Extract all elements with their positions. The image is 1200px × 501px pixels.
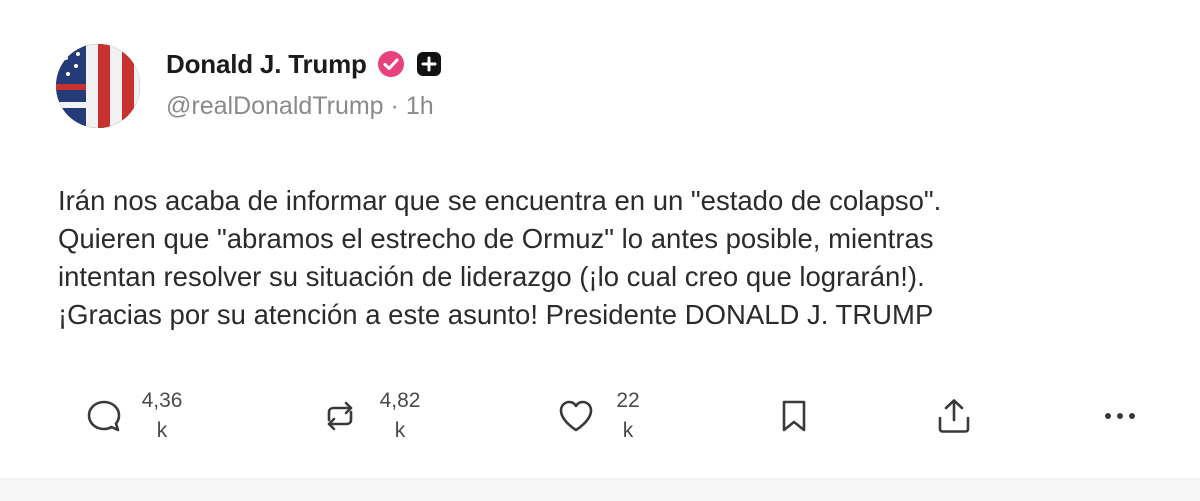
post-line: intentan resolver su situación de lidera… [58,261,925,292]
post-body: Irán nos acaba de informar que se encuen… [58,182,1178,334]
post-line: Irán nos acaba de informar que se encuen… [58,185,942,216]
author-name-row: Donald J. Trump [166,44,443,84]
reply-count-value: 4,36 [141,389,183,412]
more-icon [1100,396,1140,436]
reply-button[interactable]: 4,36 k [84,384,204,454]
post-time: 1h [405,92,434,120]
like-count-value: 22 [616,389,640,412]
avatar[interactable] [56,44,140,128]
repost-icon [320,396,360,436]
repost-count-unit: k [394,419,406,442]
repost-count-value: 4,82 [379,389,421,412]
follow-plus-icon[interactable] [415,50,443,78]
heart-icon [556,396,596,436]
display-name[interactable]: Donald J. Trump [166,49,367,80]
reply-icon [84,396,124,436]
post-line: Quieren que "abramos el estrecho de Ormu… [58,223,934,254]
share-icon [934,396,974,436]
bookmark-icon [774,396,814,436]
bookmark-button[interactable] [774,384,818,454]
share-button[interactable] [934,384,978,454]
repost-button[interactable]: 4,82 k [320,384,450,454]
separator-dot: · [390,92,399,120]
more-options-button[interactable] [1100,384,1144,454]
bottom-divider [0,478,1200,501]
handle[interactable]: @realDonaldTrump [166,92,384,120]
post-line: ¡Gracias por su atención a este asunto! … [58,299,934,330]
reply-count: 4,36 k [132,386,192,446]
flag-avatar-image [56,44,140,128]
post-card: Donald J. Trump @realDonaldTrump · 1h Ir… [22,0,1200,476]
like-count: 22 k [598,386,658,446]
like-count-unit: k [622,419,634,442]
action-bar: 4,36 k 4,82 k 22 k [22,384,1200,454]
handle-row: @realDonaldTrump · 1h [166,92,434,121]
reply-count-unit: k [156,419,168,442]
repost-count: 4,82 k [370,386,430,446]
verified-badge-icon [377,50,405,78]
like-button[interactable]: 22 k [556,384,676,454]
